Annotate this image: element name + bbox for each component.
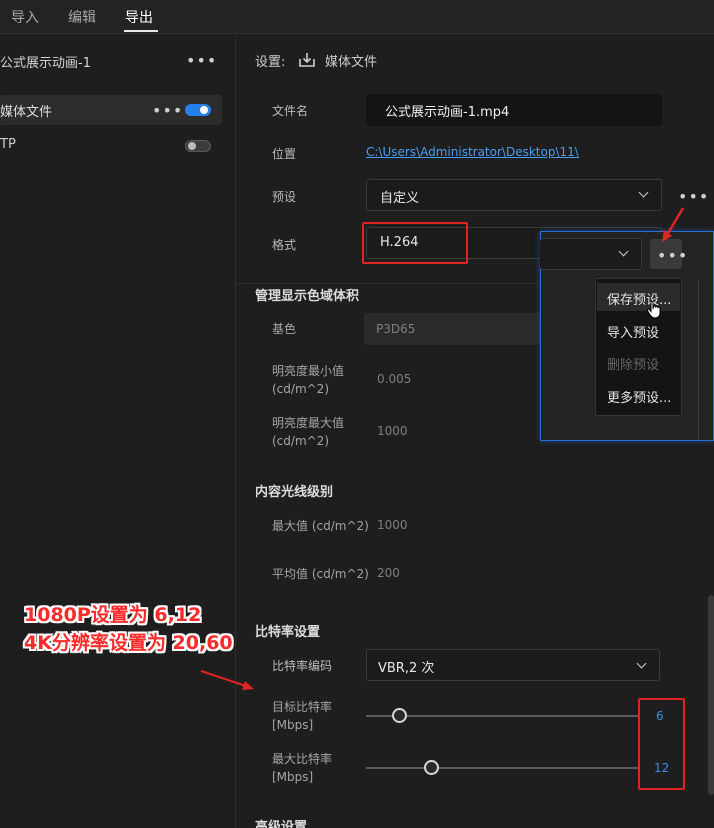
settings-target: 媒体文件 xyxy=(325,55,378,70)
bitrate-encoding-value: VBR,2 次 xyxy=(378,661,435,676)
sequence-title: 公式展示动画-1 xyxy=(0,56,91,71)
max-light-value: 1000 xyxy=(377,518,408,532)
destination-label: 媒体文件 xyxy=(0,105,53,120)
active-tab-indicator xyxy=(124,30,158,32)
min-luminance-label-line1: 明亮度最小值 xyxy=(272,364,345,378)
location-link[interactable]: C:\Users\Administrator\Desktop\11\ xyxy=(366,145,579,159)
min-luminance-label-line2: (cd/m^2) xyxy=(272,382,329,396)
primaries-value: P3D65 xyxy=(376,322,416,336)
cursor-icon xyxy=(646,300,661,319)
bitrate-encoding-label: 比特率编码 xyxy=(272,659,333,673)
max-luminance-value: 1000 xyxy=(377,424,408,438)
annotation-line-2: 4K分辨率设置为 20,60 xyxy=(24,632,233,654)
format-highlight-box xyxy=(362,222,468,264)
more-dots-icon[interactable]: ••• xyxy=(657,248,688,264)
max-bitrate-label: 最大比特率 [Mbps] xyxy=(272,750,332,786)
max-luminance-label: 明亮度最大值 (cd/m^2) xyxy=(272,414,344,450)
preset-more-dots-icon[interactable]: ••• xyxy=(678,189,709,205)
more-dots-icon[interactable]: ••• xyxy=(186,53,217,69)
max-luminance-label-line2: (cd/m^2) xyxy=(272,434,329,448)
settings-heading: 设置: xyxy=(255,55,286,70)
file-name-value: 公式展示动画-1.mp4 xyxy=(385,105,510,120)
advanced-section-title: 高级设置 xyxy=(255,820,308,828)
toggle-knob xyxy=(200,106,208,114)
max-luminance-label-line1: 明亮度最大值 xyxy=(272,416,345,430)
max-bitrate-label-line2: [Mbps] xyxy=(272,770,314,784)
target-bitrate-label-line1: 目标比特率 xyxy=(272,700,333,714)
max-bitrate-slider-track[interactable] xyxy=(366,767,638,769)
red-arrow-icon xyxy=(662,207,685,242)
target-bitrate-slider-track[interactable] xyxy=(366,715,638,717)
toggle-icon[interactable] xyxy=(185,104,211,116)
avg-light-value: 200 xyxy=(377,566,400,580)
max-bitrate-slider-thumb[interactable] xyxy=(424,760,440,775)
export-destinations-panel xyxy=(0,35,236,828)
target-bitrate-slider-thumb[interactable] xyxy=(391,708,407,723)
tab-import[interactable]: 导入 xyxy=(11,7,39,27)
tab-export[interactable]: 导出 xyxy=(125,7,153,27)
bitrate-section-title: 比特率设置 xyxy=(255,625,321,640)
file-name-label: 文件名 xyxy=(272,104,309,118)
menu-item-import-preset[interactable]: 导入预设 xyxy=(607,322,659,341)
preset-value: 自定义 xyxy=(380,191,420,206)
toggle-knob xyxy=(188,142,196,150)
target-bitrate-label-line2: [Mbps] xyxy=(272,718,314,732)
location-label: 位置 xyxy=(272,147,297,161)
popup-format-dropdown[interactable] xyxy=(540,238,642,270)
max-bitrate-label-line1: 最大比特率 xyxy=(272,752,333,766)
avg-light-label: 平均值 (cd/m^2) xyxy=(272,567,369,581)
format-label: 格式 xyxy=(272,238,297,252)
export-icon xyxy=(299,53,315,67)
tab-edit[interactable]: 编辑 xyxy=(68,7,96,27)
destination-label: TP xyxy=(0,137,16,152)
primaries-label: 基色 xyxy=(272,322,297,336)
scrollbar[interactable] xyxy=(708,595,714,795)
target-bitrate-label: 目标比特率 [Mbps] xyxy=(272,698,332,734)
preset-label: 预设 xyxy=(272,190,297,204)
max-light-label: 最大值 (cd/m^2) xyxy=(272,519,369,533)
menu-item-delete-preset[interactable]: 删除预设 xyxy=(607,354,659,373)
red-arrow-icon xyxy=(200,669,254,690)
annotation-line-1: 1080P设置为 6,12 xyxy=(24,604,202,626)
menu-item-more-presets[interactable]: 更多预设... xyxy=(607,387,671,406)
top-tab-bar xyxy=(0,0,714,34)
toggle-icon[interactable] xyxy=(185,140,211,152)
bitrate-values-highlight-box xyxy=(638,698,685,790)
popup-divider xyxy=(698,280,699,440)
more-dots-icon[interactable]: ••• xyxy=(152,103,183,119)
min-luminance-value: 0.005 xyxy=(377,372,412,386)
light-level-section-title: 内容光线级别 xyxy=(255,485,334,500)
min-luminance-label: 明亮度最小值 (cd/m^2) xyxy=(272,362,344,398)
color-gamut-section-title: 管理显示色域体积 xyxy=(255,289,360,304)
